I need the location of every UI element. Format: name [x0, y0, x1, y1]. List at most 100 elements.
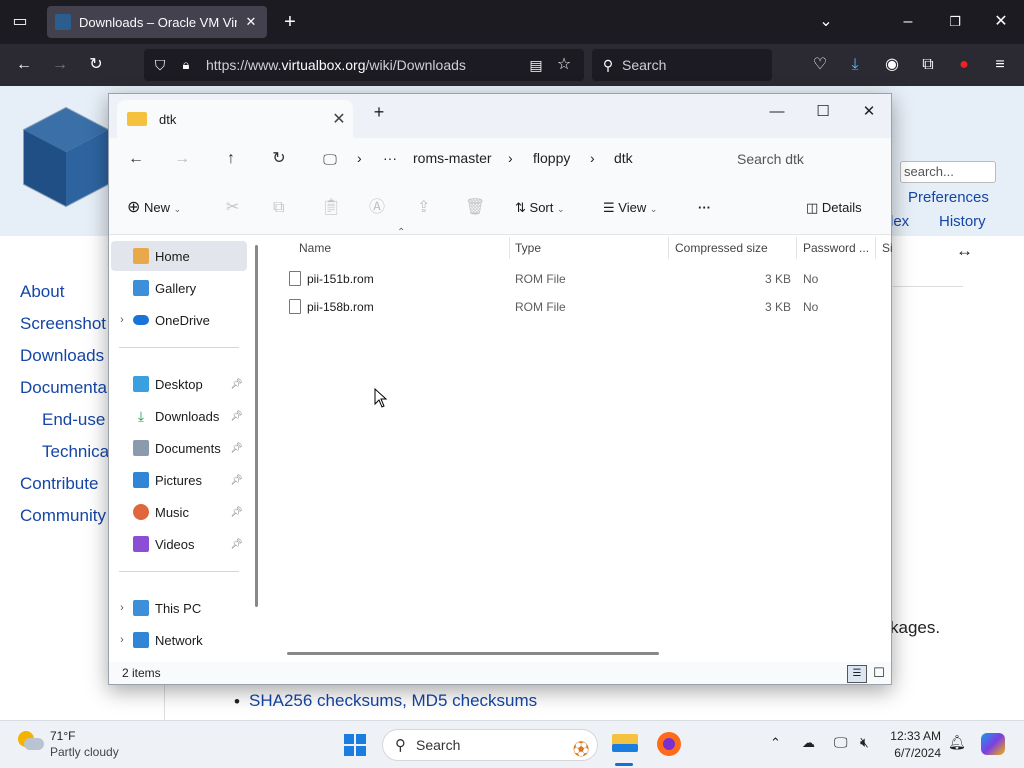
back-icon[interactable]: ← — [121, 146, 151, 172]
paste-icon[interactable]: 📋︎ — [321, 194, 341, 222]
reload-icon[interactable]: ↻ — [84, 53, 108, 77]
nav-scrollbar[interactable] — [255, 245, 258, 607]
close-tab-icon[interactable]: ✕ — [243, 14, 259, 30]
chevron-right-icon[interactable]: › — [111, 634, 133, 646]
reader-view-icon[interactable]: ▤ — [524, 53, 548, 77]
breadcrumb-dtk[interactable]: dtk — [614, 150, 633, 166]
checksums-link[interactable]: SHA256 checksums, MD5 checksums — [249, 691, 537, 711]
view-button[interactable]: ☰ View ⌄ — [603, 194, 657, 222]
breadcrumb-roms-master[interactable]: roms-master — [413, 150, 492, 166]
column-header-size[interactable]: Si — [882, 241, 893, 255]
screenshots-link[interactable]: Screenshot — [20, 314, 106, 334]
nav-item-onedrive[interactable]: › OneDrive — [111, 305, 247, 335]
documentation-link[interactable]: Documenta — [20, 378, 107, 398]
forward-icon[interactable]: → — [167, 146, 197, 172]
new-button[interactable]: ⊕ New ⌄ — [127, 194, 181, 222]
nav-item-videos[interactable]: Videos 📌︎ — [111, 529, 247, 559]
details-pane-button[interactable]: ◫ Details — [806, 194, 862, 222]
clock-time[interactable]: 12:33 AM — [889, 729, 941, 743]
chevron-right-icon[interactable]: › — [111, 602, 133, 614]
ublock-icon[interactable]: ● — [952, 53, 976, 77]
browser-search-field[interactable]: ⚲ Search — [592, 49, 772, 81]
about-link[interactable]: About — [20, 282, 64, 302]
weather-icon[interactable] — [18, 731, 44, 753]
nav-item-gallery[interactable]: Gallery — [111, 273, 247, 303]
file-row[interactable]: pii-158b.rom ROM File 3 KB No — [281, 293, 891, 321]
delete-icon[interactable]: 🗑︎ — [465, 194, 485, 222]
chevron-right-icon[interactable]: › — [111, 314, 133, 326]
weather-temp[interactable]: 71°F — [50, 729, 75, 743]
column-divider[interactable] — [875, 237, 876, 259]
horizontal-scrollbar[interactable] — [287, 652, 659, 655]
file-explorer-taskbar-icon[interactable] — [612, 732, 638, 754]
nav-item-documents[interactable]: Documents 📌︎ — [111, 433, 247, 463]
file-row[interactable]: pii-151b.rom ROM File 3 KB No — [281, 265, 891, 293]
nav-item-home[interactable]: Home — [111, 241, 247, 271]
chevron-up-icon[interactable]: ⌃ — [770, 735, 781, 751]
cloud-sync-icon[interactable]: ☁ — [802, 735, 815, 751]
up-icon[interactable]: ↑ — [216, 146, 246, 172]
pocket-icon[interactable]: ♡ — [808, 53, 832, 77]
technical-docs-link[interactable]: Technica — [42, 442, 109, 462]
pin-icon[interactable]: 📌︎ — [230, 507, 243, 518]
nav-item-desktop[interactable]: Desktop 📌︎ — [111, 369, 247, 399]
explorer-search-input[interactable]: Search dtk — [725, 142, 889, 176]
pin-icon[interactable]: 📌︎ — [230, 443, 243, 454]
back-icon[interactable]: ← — [12, 53, 36, 77]
tiles-view-icon[interactable]: ☐ — [869, 665, 889, 683]
add-tab-button[interactable]: + — [359, 98, 399, 126]
start-windows-icon[interactable] — [344, 734, 366, 756]
column-header-password[interactable]: Password ... — [803, 241, 869, 255]
restore-icon[interactable]: ❐ — [943, 10, 967, 34]
clock-date[interactable]: 6/7/2024 — [889, 746, 941, 760]
contribute-link[interactable]: Contribute — [20, 474, 98, 494]
column-header-compressed-size[interactable]: Compressed size — [675, 241, 768, 255]
pin-icon[interactable]: 📌︎ — [230, 539, 243, 550]
url-bar[interactable]: ⛉ 🔒︎ https://www.virtualbox.org/wiki/Dow… — [144, 49, 584, 81]
close-tab-icon[interactable]: ✕ — [325, 109, 353, 129]
pin-icon[interactable]: 📌︎ — [230, 475, 243, 486]
history-link[interactable]: History — [939, 213, 986, 230]
notification-bell-icon[interactable]: 🔔︎ — [948, 734, 966, 751]
copy-icon[interactable]: ⧉ — [273, 194, 284, 222]
close-window-icon[interactable]: ✕ — [989, 10, 1013, 34]
column-divider[interactable] — [668, 237, 669, 259]
maximize-button[interactable]: ☐ — [803, 98, 843, 126]
breadcrumb-overflow[interactable]: ··· — [383, 150, 397, 166]
community-link[interactable]: Community — [20, 506, 106, 526]
extensions-icon[interactable]: ⧉ — [916, 53, 940, 77]
browser-tab[interactable]: Downloads – Oracle VM Virtual ✕ — [47, 6, 267, 38]
list-all-tabs-icon[interactable]: ⌄ — [814, 10, 838, 34]
volume-muted-icon[interactable]: 🔇︎ — [860, 734, 869, 751]
pin-icon[interactable]: 📌︎ — [230, 411, 243, 422]
webpage-search-input[interactable]: search... — [900, 161, 996, 183]
nav-item-network[interactable]: › Network — [111, 625, 247, 655]
rename-icon[interactable]: Ⓐ — [369, 194, 385, 222]
nav-item-this-pc[interactable]: › This PC — [111, 593, 247, 623]
explorer-tab[interactable]: dtk ✕ — [117, 100, 353, 138]
nav-item-pictures[interactable]: Pictures 📌︎ — [111, 465, 247, 495]
downloads-icon[interactable]: ⤓ — [843, 53, 867, 77]
bookmark-star-icon[interactable]: ☆ — [552, 53, 576, 77]
refresh-icon[interactable]: ↻ — [264, 146, 294, 172]
preferences-link[interactable]: Preferences — [908, 189, 989, 206]
pin-icon[interactable]: 📌︎ — [230, 379, 243, 390]
forward-icon[interactable]: → — [48, 53, 72, 77]
copilot-icon[interactable] — [981, 733, 1005, 755]
nav-item-music[interactable]: Music 📌︎ — [111, 497, 247, 527]
menu-icon[interactable]: ≡ — [988, 53, 1012, 77]
column-divider[interactable] — [796, 237, 797, 259]
minimize-button[interactable]: — — [757, 98, 797, 126]
tab-list-icon[interactable]: ▭ — [8, 10, 32, 34]
end-user-docs-link[interactable]: End-use — [42, 410, 105, 430]
sort-button[interactable]: ⇅ Sort ⌄ — [515, 194, 565, 222]
column-header-name[interactable]: Name — [299, 241, 331, 255]
network-status-icon[interactable]: 🖵︎ — [834, 734, 848, 751]
weather-condition[interactable]: Partly cloudy — [50, 745, 119, 759]
column-header-type[interactable]: Type — [515, 241, 541, 255]
breadcrumb-floppy[interactable]: floppy — [533, 150, 570, 166]
minimize-icon[interactable]: – — [896, 10, 920, 34]
partial-link[interactable]: lex — [890, 213, 909, 230]
column-divider[interactable] — [509, 237, 510, 259]
nav-item-downloads[interactable]: ⤓ Downloads 📌︎ — [111, 401, 247, 431]
